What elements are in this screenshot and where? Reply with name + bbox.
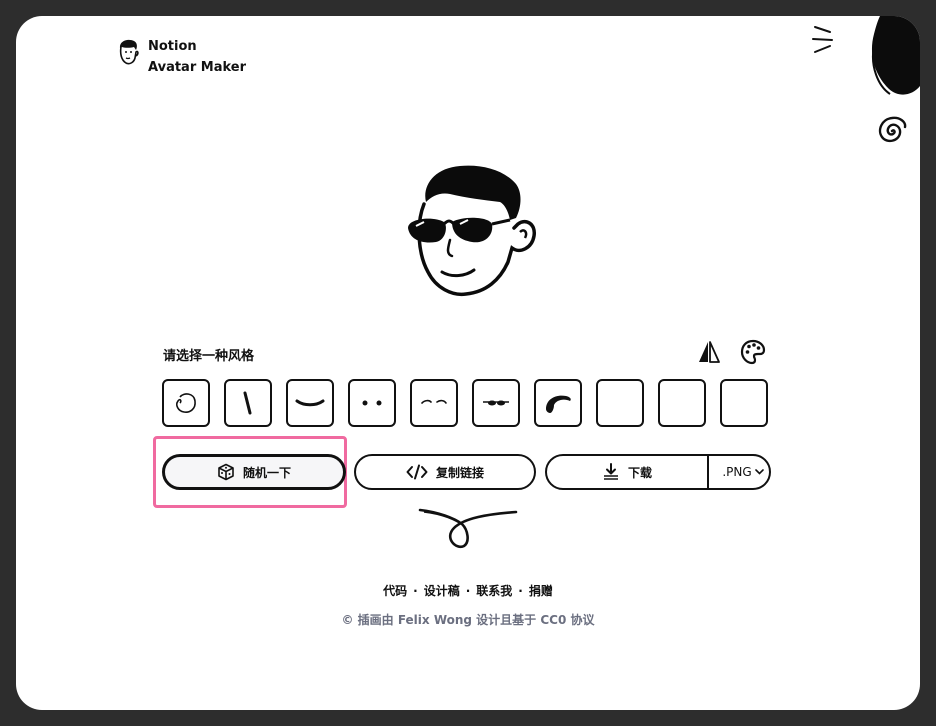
- footer-credit: © 插画由 Felix Wong 设计且基于 CC0 协议: [341, 613, 595, 627]
- decorative-lines-icon: [812, 26, 833, 53]
- copy-link-label: 复制链接: [435, 465, 484, 480]
- glasses-icon: [483, 400, 509, 406]
- footer-separator: ·: [465, 584, 471, 598]
- tile-eyes[interactable]: [348, 379, 396, 427]
- footer-separator: ·: [518, 584, 523, 598]
- random-button[interactable]: 随机一下: [162, 454, 346, 490]
- mouth-curve-icon: [295, 399, 325, 407]
- app-window: Notion Avatar Maker 请选择一种风格 随机一下 复制链接 下载…: [16, 16, 920, 710]
- footer-link-contact[interactable]: 联系我: [476, 584, 512, 598]
- footer-link-code[interactable]: 代码: [383, 584, 407, 598]
- style-section-label: 请选择一种风格: [163, 349, 255, 364]
- footer-link-design[interactable]: 设计稿: [424, 584, 460, 598]
- download-label: 下载: [627, 465, 652, 480]
- avatar-preview: [408, 165, 536, 297]
- dice-icon: [218, 463, 234, 481]
- format-select[interactable]: .PNG: [717, 456, 769, 488]
- logo-avatar-icon: [119, 39, 139, 65]
- decorative-spiral-icon: [878, 116, 907, 143]
- footer-link-donate[interactable]: 捐赠: [529, 584, 553, 598]
- tile-beard[interactable]: [720, 379, 768, 427]
- download-group: 下载 .PNG: [545, 454, 771, 490]
- footer-separator: ·: [413, 584, 418, 598]
- style-tiles: [162, 379, 768, 427]
- decorative-squiggle-icon: [418, 508, 518, 549]
- copy-link-button[interactable]: 复制链接: [354, 454, 536, 490]
- palette-icon[interactable]: [740, 339, 766, 365]
- download-icon: [603, 463, 618, 480]
- brand[interactable]: Notion Avatar Maker: [116, 36, 246, 78]
- eyes-dots-icon: [362, 400, 382, 406]
- brand-line-2: Avatar Maker: [148, 60, 247, 75]
- footer-links: 代码 · 设计稿 · 联系我 · 捐赠: [16, 582, 920, 599]
- nose-line-icon: [243, 391, 252, 415]
- chevron-down-icon: [754, 469, 764, 475]
- brand-title: Notion Avatar Maker: [148, 36, 246, 78]
- brand-line-1: Notion: [148, 39, 197, 54]
- tile-mouth[interactable]: [286, 379, 334, 427]
- hair-icon: [546, 395, 571, 413]
- tile-hair[interactable]: [534, 379, 582, 427]
- face-outline-icon: [176, 393, 196, 413]
- tile-details[interactable]: [658, 379, 706, 427]
- eyebrows-icon: [421, 399, 447, 404]
- download-button[interactable]: 下载: [547, 456, 709, 488]
- tile-face[interactable]: [162, 379, 210, 427]
- code-icon: [406, 464, 428, 480]
- tile-nose[interactable]: [224, 379, 272, 427]
- tile-glasses[interactable]: [472, 379, 520, 427]
- format-label: .PNG: [722, 465, 752, 479]
- tile-accessories[interactable]: [596, 379, 644, 427]
- decorative-blob-icon: [871, 16, 920, 95]
- tile-eyebrows[interactable]: [410, 379, 458, 427]
- flip-horizontal-icon[interactable]: [697, 340, 721, 364]
- random-button-label: 随机一下: [242, 465, 291, 480]
